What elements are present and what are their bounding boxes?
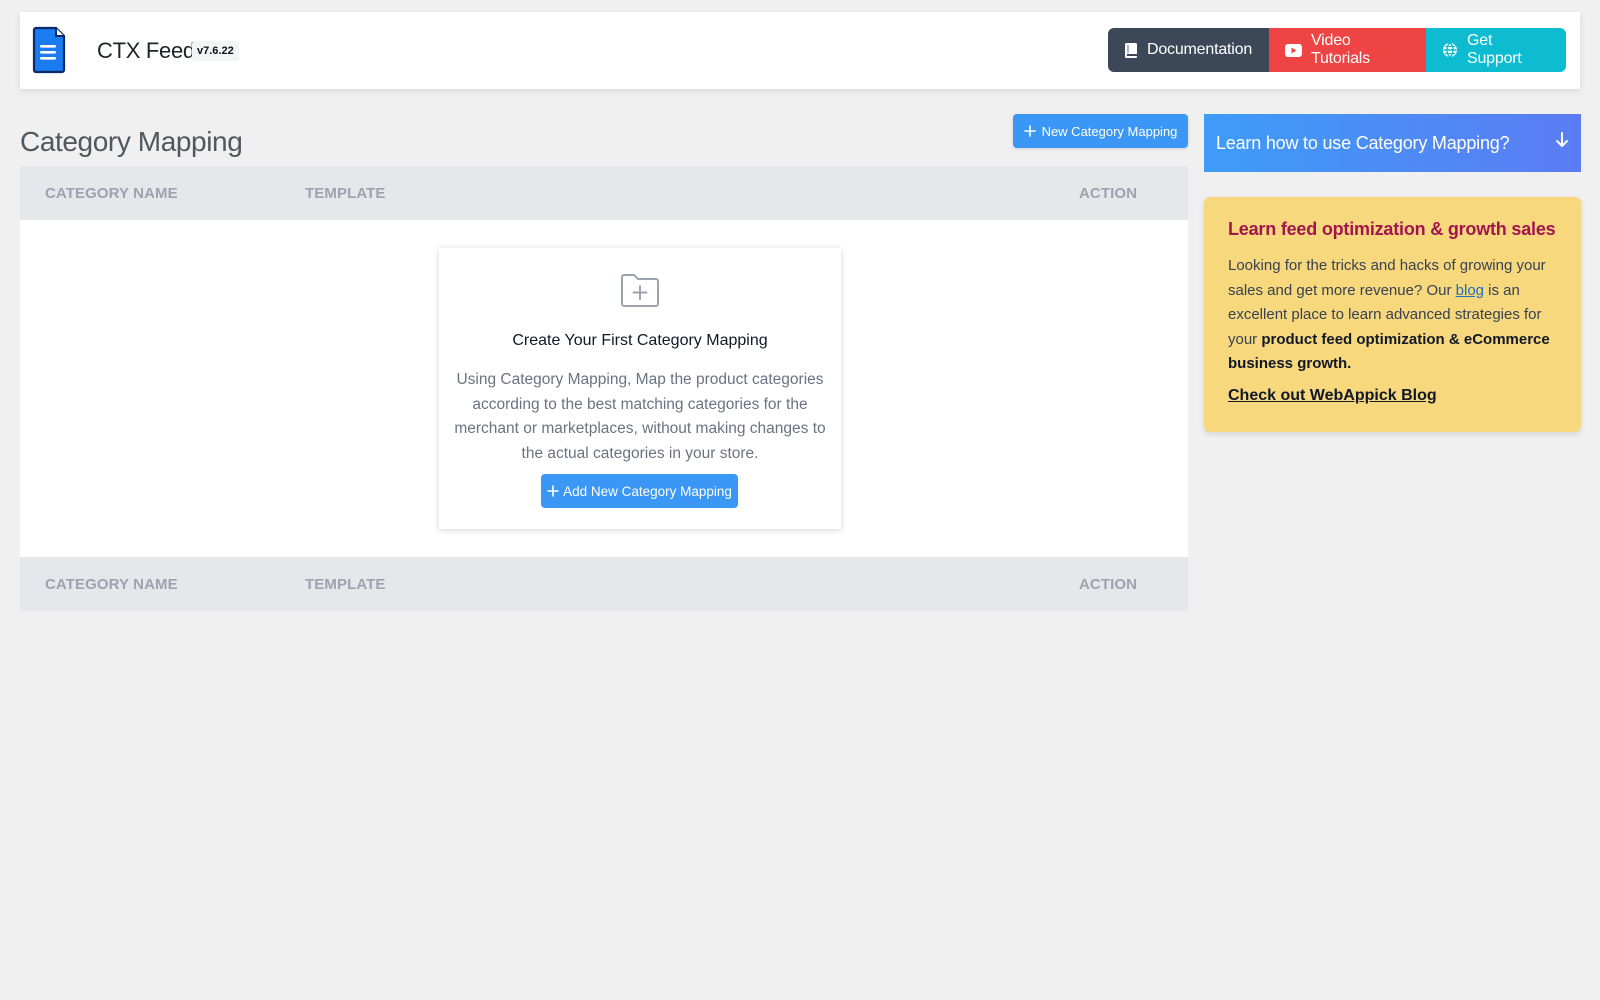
plus-icon <box>1023 125 1036 137</box>
webappick-blog-link[interactable]: Check out WebAppick Blog <box>1228 387 1437 405</box>
ctx-feed-logo-icon <box>32 26 66 74</box>
column-footer-action: ACTION <box>1079 576 1138 593</box>
arrow-down-icon <box>1556 132 1568 147</box>
promo-title: Learn feed optimization & growth sales <box>1228 219 1556 239</box>
page-title: Category Mapping <box>20 126 243 157</box>
promo-box: Learn feed optimization & growth sales L… <box>1204 197 1581 432</box>
version-badge: v7.6.22 <box>192 41 239 61</box>
plus-icon <box>547 485 559 497</box>
add-new-category-mapping-label: Add New Category Mapping <box>563 483 732 499</box>
empty-state-description: Using Category Mapping, Map the product … <box>454 371 826 462</box>
globe-icon <box>1443 42 1457 58</box>
column-header-category-name: CATEGORY NAME <box>45 185 178 202</box>
documentation-button[interactable]: Documentation <box>1108 28 1269 72</box>
table-body: Create Your First Category Mapping Using… <box>20 220 1188 557</box>
youtube-icon <box>1285 43 1302 57</box>
new-category-mapping-button[interactable]: New Category Mapping <box>1013 114 1188 148</box>
column-header-action: ACTION <box>1079 185 1138 202</box>
app-title: CTX Feed <box>97 38 195 63</box>
empty-state-title: Create Your First Category Mapping <box>512 332 768 349</box>
column-header-template: TEMPLATE <box>305 185 386 202</box>
blog-link[interactable]: blog <box>1456 282 1484 299</box>
folder-plus-icon <box>621 274 659 307</box>
table-footer: CATEGORY NAME TEMPLATE ACTION <box>20 557 1188 611</box>
column-footer-category-name: CATEGORY NAME <box>45 576 178 593</box>
learn-category-mapping-banner[interactable]: Learn how to use Category Mapping? <box>1204 114 1581 172</box>
learn-banner-label: Learn how to use Category Mapping? <box>1216 133 1510 153</box>
top-header: CTX Feed v7.6.22 Documentation Video Tut… <box>20 12 1580 89</box>
table-header: CATEGORY NAME TEMPLATE ACTION <box>20 166 1188 220</box>
empty-state-card: Create Your First Category Mapping Using… <box>439 248 841 529</box>
add-new-category-mapping-button[interactable]: Add New Category Mapping <box>541 474 738 508</box>
new-category-mapping-label: New Category Mapping <box>1041 123 1178 139</box>
column-footer-template: TEMPLATE <box>305 576 386 593</box>
promo-text-bold: product feed optimization & eCommerce bu… <box>1228 330 1550 373</box>
book-icon <box>1125 42 1137 58</box>
video-tutorials-button[interactable]: Video Tutorials <box>1269 28 1426 72</box>
promo-text: Looking for the tricks and hacks of grow… <box>1228 254 1557 377</box>
video-tutorials-label: Video Tutorials <box>1311 32 1370 67</box>
get-support-label: Get Support <box>1467 32 1522 67</box>
header-button-group: Documentation Video Tutorials Get Suppor… <box>1108 28 1566 72</box>
documentation-label: Documentation <box>1147 41 1253 58</box>
get-support-button[interactable]: Get Support <box>1426 28 1566 72</box>
